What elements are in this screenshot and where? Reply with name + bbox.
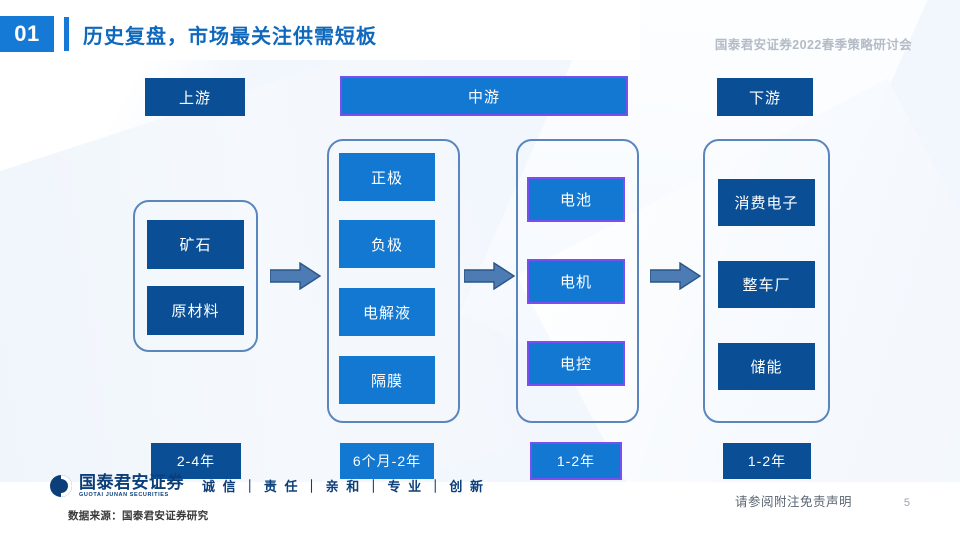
arrow-devices-to-downstream	[650, 262, 702, 290]
node-midstream-device-2: 电机	[527, 259, 625, 304]
title-separator-bar	[64, 17, 69, 51]
slide-canvas: 01 历史复盘，市场最关注供需短板 国泰君安证券2022春季策略研讨会 上游 中…	[0, 0, 960, 540]
node-downstream-2: 整车厂	[718, 261, 815, 308]
conference-label: 国泰君安证券2022春季策略研讨会	[714, 38, 912, 52]
node-midstream-material-3: 电解液	[339, 288, 435, 336]
node-downstream-3: 储能	[718, 343, 815, 390]
logo-name-en: GUOTAI JUNAN SECURITIES	[79, 491, 169, 498]
arrow-upstream-to-midstream	[270, 262, 322, 290]
arrow-midstream-to-devices	[464, 262, 516, 290]
page-number: 5	[903, 497, 910, 509]
node-midstream-material-4: 隔膜	[339, 356, 435, 404]
stage-header-upstream: 上游	[145, 78, 245, 116]
brand-slogan: 诚 信 ｜ 责 任 ｜ 亲 和 ｜ 专 业 ｜ 创 新	[202, 479, 485, 495]
disclaimer-note: 请参阅附注免责声明	[734, 495, 852, 509]
stage-header-midstream: 中游	[340, 76, 628, 116]
logo-text: 国泰君安证券 GUOTAI JUNAN SECURITIES	[79, 474, 184, 499]
node-midstream-device-3: 电控	[527, 341, 625, 386]
logo-mark-icon	[50, 474, 72, 497]
slide-header: 01 历史复盘，市场最关注供需短板	[0, 16, 377, 52]
page-title: 历史复盘，市场最关注供需短板	[83, 25, 377, 48]
node-midstream-material-1: 正极	[339, 153, 435, 201]
node-upstream-2: 原材料	[147, 286, 244, 335]
node-downstream-1: 消费电子	[718, 179, 815, 226]
stage-header-downstream: 下游	[717, 78, 813, 116]
node-midstream-material-2: 负极	[339, 220, 435, 268]
duration-downstream: 1-2年	[723, 443, 811, 479]
logo-name-cn: 国泰君安证券	[79, 472, 184, 492]
node-upstream-1: 矿石	[147, 220, 244, 269]
duration-midstream-devices: 1-2年	[530, 442, 622, 480]
section-number-badge: 01	[0, 16, 54, 52]
data-source-note: 数据来源：国泰君安证券研究	[68, 510, 209, 522]
brand-logo: 国泰君安证券 GUOTAI JUNAN SECURITIES 诚 信 ｜ 责 任…	[50, 474, 485, 499]
node-midstream-device-1: 电池	[527, 177, 625, 222]
